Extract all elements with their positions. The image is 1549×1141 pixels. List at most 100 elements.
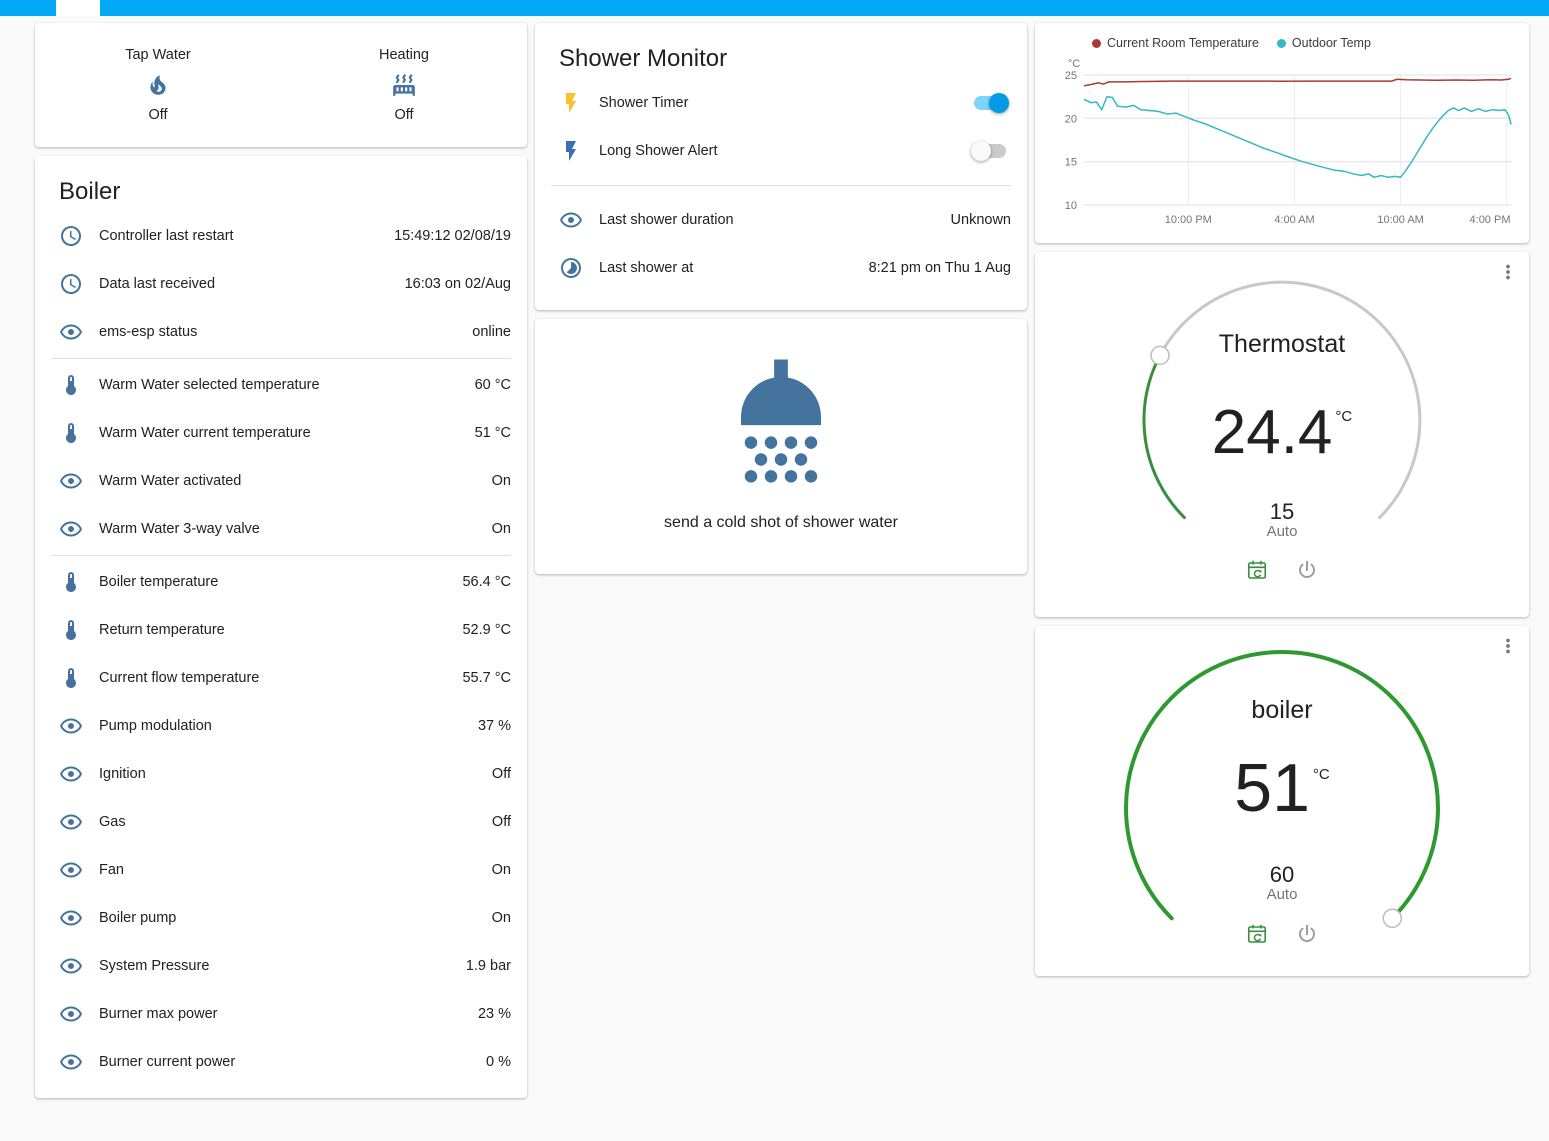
entity-row[interactable]: Long Shower Alert [551, 127, 1011, 175]
entity-row[interactable]: Boiler temperature56.4 °C [51, 558, 511, 606]
power-icon[interactable] [1295, 558, 1319, 582]
entity-state: 37 % [478, 718, 511, 734]
entity-state: On [492, 473, 511, 489]
column-left: Tap Water Off Heating Off Boiler Control… [35, 23, 527, 1098]
legend-item: Outdoor Temp [1277, 36, 1371, 50]
entity-name: Data last received [99, 276, 397, 292]
entity-list: Controller last restart15:49:12 02/08/19… [51, 212, 511, 1086]
calendar-sync-icon[interactable] [1245, 922, 1269, 946]
svg-text:25: 25 [1065, 70, 1077, 82]
header-tab[interactable] [56, 0, 100, 16]
entity-row[interactable]: Current flow temperature 55.7 °C [51, 654, 511, 702]
legend-label: Outdoor Temp [1292, 36, 1371, 50]
thermometer-icon [59, 666, 83, 690]
entity-row[interactable]: Last shower at8:21 pm on Thu 1 Aug [551, 244, 1011, 292]
entity-name: Long Shower Alert [599, 143, 971, 159]
toggle-switch[interactable] [971, 93, 1009, 113]
entity-name: Warm Water selected temperature [99, 377, 467, 393]
entity-row[interactable]: Fan On [51, 846, 511, 894]
history-chart: 10:00 PM4:00 AM10:00 AM4:00 PM10152025°C [1044, 55, 1520, 241]
thermometer-icon [59, 618, 83, 642]
thermostat-card: Thermostat 24.4°C 15 Auto [1035, 252, 1529, 617]
entity-state: On [492, 862, 511, 878]
column-right: Current Room Temperature Outdoor Temp 10… [1035, 23, 1529, 976]
radiator-icon [391, 72, 417, 98]
legend-dot [1277, 39, 1286, 48]
entity-name: Last shower duration [599, 212, 943, 228]
eye-icon [59, 762, 83, 786]
entity-row[interactable]: Warm Water selected temperature 60 °C [51, 361, 511, 409]
entity-state: 60 °C [475, 377, 511, 393]
toggle-knob [971, 141, 991, 161]
entity-row[interactable]: Burner max power23 % [51, 990, 511, 1038]
toggle-list: Shower Timer Long Shower Alert [551, 79, 1011, 175]
svg-text:4:00 PM: 4:00 PM [1470, 214, 1511, 226]
shower-monitor-card: Shower Monitor Shower TimerLong Shower A… [535, 23, 1027, 310]
clock-icon [59, 272, 83, 296]
entity-row[interactable]: ems-esp statusonline [51, 308, 511, 356]
entity-row[interactable]: Warm Water activatedOn [51, 457, 511, 505]
calendar-sync-icon[interactable] [1245, 558, 1269, 582]
eye-icon [59, 858, 83, 882]
entity-name: Burner max power [99, 1006, 470, 1022]
legend-label: Current Room Temperature [1107, 36, 1259, 50]
svg-text:10:00 AM: 10:00 AM [1377, 214, 1423, 226]
svg-text:4:00 AM: 4:00 AM [1274, 214, 1314, 226]
entity-row[interactable]: IgnitionOff [51, 750, 511, 798]
more-options-button[interactable] [1497, 260, 1521, 284]
more-options-button[interactable] [1497, 634, 1521, 658]
entity-name: Warm Water 3-way valve [99, 521, 484, 537]
eye-icon [59, 1002, 83, 1026]
card-title: Boiler [51, 164, 511, 212]
entity-row[interactable]: Data last received16:03 on 02/Aug [51, 260, 511, 308]
heating-entity[interactable]: Heating Off [281, 23, 527, 147]
entity-state: Off [394, 107, 413, 123]
dial-actions [1035, 922, 1529, 946]
entity-state: 55.7 °C [462, 670, 511, 686]
entity-row[interactable]: GasOff [51, 798, 511, 846]
eye-icon [59, 906, 83, 930]
entity-name: ems-esp status [99, 324, 464, 340]
toggle-switch[interactable] [971, 141, 1009, 161]
entity-name: Shower Timer [599, 95, 971, 111]
tap-heating-card: Tap Water Off Heating Off [35, 23, 527, 147]
entity-row[interactable]: Boiler pumpOn [51, 894, 511, 942]
entity-state: Unknown [951, 212, 1011, 228]
entity-row[interactable]: Return temperature52.9 °C [51, 606, 511, 654]
eye-icon [59, 517, 83, 541]
shower-action-card[interactable]: send a cold shot of shower water [535, 319, 1027, 574]
current-temperature: 24.4°C [1035, 402, 1529, 464]
entity-row[interactable]: System Pressure1.9 bar [51, 942, 511, 990]
entity-state: 51 °C [475, 425, 511, 441]
entity-state: 0 % [486, 1054, 511, 1070]
current-temperature: 51°C [1035, 754, 1529, 822]
entity-name: Current flow temperature [99, 670, 454, 686]
dashboard: Tap Water Off Heating Off Boiler Control… [0, 16, 1549, 1098]
eye-icon [59, 320, 83, 344]
tap-water-entity[interactable]: Tap Water Off [35, 23, 281, 147]
eye-icon [59, 1050, 83, 1074]
eye-icon [59, 714, 83, 738]
entity-name: Heating [379, 47, 429, 63]
svg-text:°C: °C [1068, 58, 1080, 70]
entity-row[interactable]: Burner current power 0 % [51, 1038, 511, 1086]
entity-row[interactable]: Warm Water current temperature 51 °C [51, 409, 511, 457]
entity-row[interactable]: Controller last restart15:49:12 02/08/19 [51, 212, 511, 260]
entity-name: Gas [99, 814, 484, 830]
entity-row[interactable]: Pump modulation37 % [51, 702, 511, 750]
dial-actions [1035, 558, 1529, 582]
entity-name: System Pressure [99, 958, 458, 974]
eye-icon [59, 954, 83, 978]
entity-name: Burner current power [99, 1054, 478, 1070]
entity-row[interactable]: Warm Water 3-way valveOn [51, 505, 511, 553]
temperature-history-card: Current Room Temperature Outdoor Temp 10… [1035, 23, 1529, 243]
thermometer-icon [59, 570, 83, 594]
entity-name: Fan [99, 862, 484, 878]
entity-name: Warm Water current temperature [99, 425, 467, 441]
dial-title: boiler [1035, 696, 1529, 725]
entity-row[interactable]: Shower Timer [551, 79, 1011, 127]
entity-name: Controller last restart [99, 228, 386, 244]
power-icon[interactable] [1295, 922, 1319, 946]
entity-row[interactable]: Last shower duration Unknown [551, 196, 1011, 244]
entity-state: Off [148, 107, 167, 123]
